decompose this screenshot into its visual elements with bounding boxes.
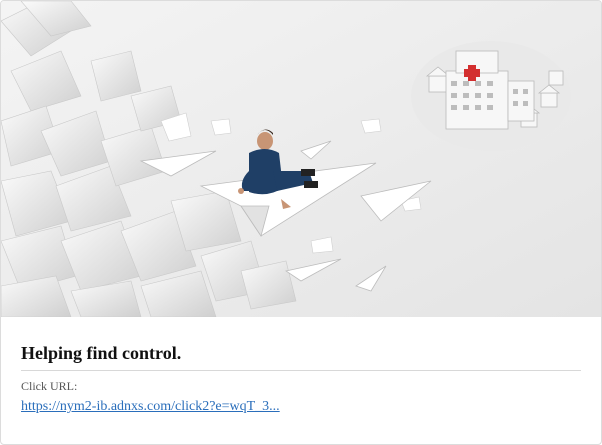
ad-title: Helping find control. — [21, 343, 581, 371]
hospital-cluster — [411, 41, 571, 151]
ad-card[interactable]: Helping find control. Click URL: https:/… — [0, 0, 602, 445]
hero-illustration — [1, 1, 601, 317]
click-url-label: Click URL: — [21, 379, 78, 393]
hero-image[interactable] — [1, 1, 601, 317]
click-url-link[interactable]: https://nym2-ib.adnxs.com/click2?e=wqT_3… — [21, 398, 280, 416]
ad-body: Helping find control. Click URL: https:/… — [21, 317, 581, 416]
